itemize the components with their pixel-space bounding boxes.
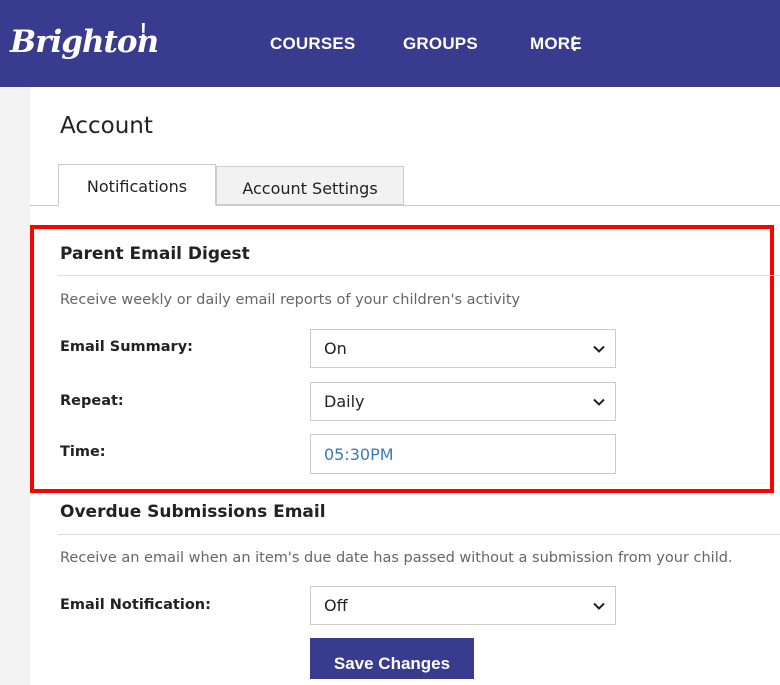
time-label: Time:	[60, 444, 106, 460]
page-title: Account	[60, 113, 153, 139]
repeat-label: Repeat:	[60, 393, 124, 409]
time-input[interactable]: 05:30PM	[310, 434, 616, 474]
tab-account-settings[interactable]: Account Settings	[216, 166, 404, 205]
email-summary-select[interactable]: On	[310, 329, 616, 368]
overdue-description: Receive an email when an item's due date…	[60, 550, 733, 566]
email-notification-label: Email Notification:	[60, 597, 211, 613]
overdue-title: Overdue Submissions Email	[60, 502, 326, 522]
section-divider	[58, 275, 780, 276]
chevron-down-icon	[593, 345, 605, 353]
logo-text: Brighton	[10, 24, 159, 60]
chevron-down-icon	[593, 398, 605, 406]
nav-courses[interactable]: COURSES	[270, 34, 355, 54]
more-vertical-dots-icon[interactable]	[573, 36, 577, 54]
tab-notifications[interactable]: Notifications	[58, 164, 216, 206]
parent-digest-description: Receive weekly or daily email reports of…	[60, 292, 521, 308]
chevron-down-icon	[593, 602, 605, 610]
email-summary-label: Email Summary:	[60, 339, 193, 355]
repeat-value: Daily	[324, 392, 365, 411]
top-nav-bar: Brighton ! COURSES GROUPS MORE	[0, 0, 780, 87]
parent-digest-title: Parent Email Digest	[60, 244, 250, 264]
email-notification-select[interactable]: Off	[310, 586, 616, 625]
nav-groups[interactable]: GROUPS	[403, 34, 478, 54]
repeat-select[interactable]: Daily	[310, 382, 616, 421]
email-summary-value: On	[324, 339, 347, 358]
save-changes-button[interactable]: Save Changes	[310, 638, 474, 679]
left-sidebar-strip	[0, 87, 30, 685]
section-divider	[58, 534, 780, 535]
brighton-logo[interactable]: Brighton !	[6, 14, 159, 70]
logo-mark: !	[140, 20, 147, 42]
email-notification-value: Off	[324, 596, 348, 615]
